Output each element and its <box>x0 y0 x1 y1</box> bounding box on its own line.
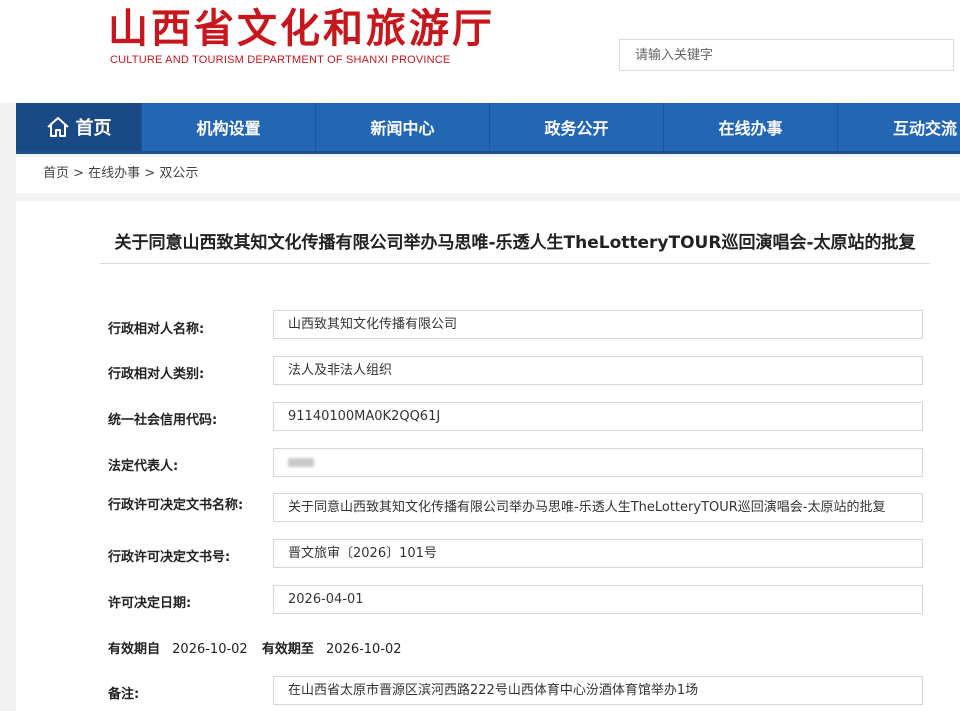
page-title: 关于同意山西致其知文化传播有限公司举办马思唯-乐透人生TheLotteryTOU… <box>100 229 930 264</box>
nav-item-organization[interactable]: 机构设置 <box>141 103 315 151</box>
validity-to-value: 2026-10-02 <box>326 642 402 657</box>
site-header: 山西省文化和旅游厅 CULTURE AND TOURISM DEPARTMENT… <box>0 0 960 103</box>
validity-from-value: 2026-10-02 <box>172 642 248 657</box>
site-logo-subtitle: CULTURE AND TOURISM DEPARTMENT OF SHANXI… <box>110 54 451 66</box>
field-label-legal-rep: 法定代表人: <box>108 459 179 474</box>
field-label-credit-code: 统一社会信用代码: <box>108 413 218 428</box>
redacted-name <box>288 458 314 467</box>
nav-home-label: 首页 <box>75 118 112 139</box>
field-value-decision-doc-name: 关于同意山西致其知文化传播有限公司举办马思唯-乐透人生TheLotteryTOU… <box>273 493 923 522</box>
field-label-remark: 备注: <box>108 687 140 702</box>
validity-to-label: 有效期至 <box>261 642 314 657</box>
nav-item-interaction[interactable]: 互动交流 <box>837 103 960 151</box>
field-label-decision-doc-name: 行政许可决定文书名称: <box>108 498 244 513</box>
field-label-decision-date: 许可决定日期: <box>108 596 192 611</box>
field-value-credit-code: 91140100MA0K2QQ61J <box>273 402 923 431</box>
search-input[interactable] <box>619 39 954 71</box>
home-icon <box>46 117 69 137</box>
field-value-party-name: 山西致其知文化传播有限公司 <box>273 310 923 339</box>
nav-item-gov-affairs[interactable]: 政务公开 <box>489 103 663 151</box>
field-label-party-name: 行政相对人名称: <box>108 322 205 337</box>
validity-from-label: 有效期自 <box>108 642 161 657</box>
nav-home[interactable]: 首页 <box>16 103 141 151</box>
site-logo-title[interactable]: 山西省文化和旅游厅 <box>108 6 495 52</box>
field-value-remark: 在山西省太原市晋源区滨河西路222号山西体育中心汾酒体育馆举办1场 <box>273 676 923 705</box>
field-value-party-category: 法人及非法人组织 <box>273 356 923 385</box>
validity-period: 有效期自 2026-10-02 有效期至 2026-10-02 <box>108 638 412 657</box>
main-nav: 首页 机构设置 新闻中心 政务公开 在线办事 互动交流 <box>16 103 960 154</box>
document-panel: 关于同意山西致其知文化传播有限公司举办马思唯-乐透人生TheLotteryTOU… <box>16 201 960 711</box>
field-label-decision-doc-number: 行政许可决定文书号: <box>108 550 231 565</box>
breadcrumb[interactable]: 首页 > 在线办事 > 双公示 <box>16 157 960 193</box>
field-value-legal-rep <box>273 448 923 477</box>
field-value-decision-doc-number: 晋文旅审〔2026〕101号 <box>273 539 923 568</box>
nav-item-news[interactable]: 新闻中心 <box>315 103 489 151</box>
nav-item-online-services[interactable]: 在线办事 <box>663 103 837 151</box>
field-label-party-category: 行政相对人类别: <box>108 367 205 382</box>
field-value-decision-date: 2026-04-01 <box>273 585 923 614</box>
